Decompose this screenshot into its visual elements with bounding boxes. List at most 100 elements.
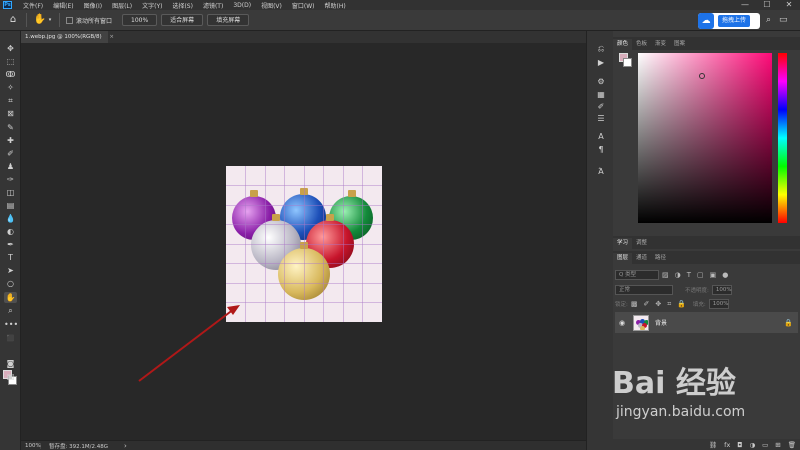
type-tool-icon[interactable]: T [4, 252, 17, 263]
crop-tool-icon[interactable]: ⌗ [4, 95, 17, 106]
properties-icon[interactable]: ⚙ [595, 76, 607, 87]
tab-adjustments[interactable]: 调整 [632, 238, 651, 249]
actions-play-icon[interactable]: ▶ [595, 57, 607, 68]
lock-transparent-icon[interactable]: ▩ [631, 300, 638, 308]
lasso-tool-icon[interactable]: ↂ [4, 69, 17, 80]
filter-smart-icon[interactable]: ▣ [710, 271, 717, 279]
minimize-button[interactable]: — [734, 0, 756, 10]
glyphs-icon[interactable]: Ά [595, 166, 607, 177]
tab-color[interactable]: 颜色 [613, 39, 633, 50]
window-controls: — ☐ ✕ [734, 0, 800, 10]
options-bar: ⌂ ✋ ▾ 滚动所有窗口 100% 适合屏幕 填充屏幕 [0, 10, 800, 31]
filter-toggle-icon[interactable]: ● [722, 271, 728, 279]
clone-stamp-tool-icon[interactable]: ♟ [4, 161, 17, 172]
blur-tool-icon[interactable]: 💧 [4, 213, 17, 224]
layer-name[interactable]: 背景 [655, 318, 784, 327]
menu-view[interactable]: 视图(V) [256, 1, 287, 10]
eyedropper-tool-icon[interactable]: ✎ [4, 122, 17, 133]
menu-window[interactable]: 窗口(W) [287, 1, 320, 10]
tab-layers[interactable]: 图层 [613, 253, 633, 264]
libraries-icon[interactable]: ▦ [595, 89, 607, 100]
menu-image[interactable]: 图像(I) [79, 1, 107, 10]
menu-layer[interactable]: 图层(L) [107, 1, 137, 10]
move-tool-icon[interactable]: ✥ [4, 43, 17, 54]
layer-row[interactable]: ◉ 背景 🔒 [615, 312, 798, 333]
zoom-tool-icon[interactable]: ⌕ [4, 305, 17, 316]
history-icon[interactable]: ⎌ [595, 43, 607, 54]
search-icon[interactable]: ⌕ [766, 15, 771, 25]
color-panel-background[interactable] [623, 58, 632, 67]
home-icon[interactable]: ⌂ [6, 13, 20, 27]
visibility-eye-icon[interactable]: ◉ [615, 319, 629, 327]
close-button[interactable]: ✕ [778, 0, 800, 10]
character-icon[interactable]: A [595, 131, 607, 142]
hand-tool-icon[interactable]: ✋ [4, 292, 17, 303]
fill-screen-button[interactable]: 填充屏幕 [207, 14, 250, 26]
status-arrow-icon[interactable]: › [124, 442, 127, 450]
close-tab-icon[interactable]: × [109, 34, 114, 40]
magic-wand-tool-icon[interactable]: ✧ [4, 82, 17, 93]
more-tools-icon[interactable]: ••• [4, 319, 18, 330]
menu-filter[interactable]: 滤镜(T) [198, 1, 228, 10]
healing-brush-tool-icon[interactable]: ✚ [4, 135, 17, 146]
tab-patterns[interactable]: 图案 [670, 39, 689, 50]
marquee-tool-icon[interactable]: ⬚ [4, 56, 17, 67]
hand-tool-icon[interactable]: ✋ [33, 13, 47, 27]
menu-edit[interactable]: 编辑(E) [48, 1, 78, 10]
chevron-down-icon[interactable]: ▾ [47, 13, 53, 27]
cloud-upload-button[interactable]: ☁ 拖拽上传 [698, 13, 760, 29]
paragraph-icon[interactable]: ¶ [595, 144, 607, 155]
default-colors-icon[interactable]: ⬛ [4, 333, 17, 344]
screen-mode-icon[interactable]: ▣ [4, 371, 17, 382]
zoom-100-button[interactable]: 100% [122, 14, 158, 26]
adjustments-icon[interactable]: ☰ [595, 113, 607, 124]
shape-tool-icon[interactable]: ○ [4, 278, 17, 289]
scroll-all-checkbox[interactable] [66, 16, 73, 24]
tab-paths[interactable]: 路径 [651, 253, 670, 264]
maximize-button[interactable]: ☐ [756, 0, 778, 10]
annotation-arrow [138, 305, 240, 382]
menu-type[interactable]: 文字(Y) [137, 1, 167, 10]
tab-gradients[interactable]: 渐变 [651, 39, 670, 50]
lock-artboard-icon[interactable]: ⌗ [667, 300, 671, 309]
blend-mode-row: 正常 不透明度: 100% [615, 284, 798, 296]
gradient-tool-icon[interactable]: ▤ [4, 200, 17, 211]
filter-type-icon[interactable]: T [687, 271, 691, 279]
quick-mask-icon[interactable]: ◙ [4, 358, 17, 369]
workspace-icon[interactable]: ▭ [779, 15, 788, 25]
dodge-tool-icon[interactable]: ◐ [4, 226, 17, 237]
document-tab[interactable]: 1.webp.jpg @ 100%(RGB/8) × [21, 31, 114, 43]
lock-position-icon[interactable]: ✥ [655, 300, 661, 308]
filter-pixel-icon[interactable]: ▨ [662, 271, 669, 279]
path-selection-tool-icon[interactable]: ➤ [4, 265, 17, 276]
color-panel-tabs: 颜色 色板 渐变 图案 [613, 37, 800, 50]
opacity-input[interactable]: 100% [711, 285, 732, 295]
layer-thumbnail [633, 314, 649, 331]
blend-mode-select[interactable]: 正常 [615, 285, 673, 295]
menu-select[interactable]: 选择(S) [167, 1, 198, 10]
fill-input[interactable]: 100% [708, 299, 729, 309]
pen-tool-icon[interactable]: ✒ [4, 239, 17, 250]
lock-all-icon[interactable]: 🔒 [677, 300, 686, 308]
tab-swatches[interactable]: 色板 [632, 39, 651, 50]
color-field[interactable] [638, 53, 772, 223]
history-brush-tool-icon[interactable]: ✑ [4, 174, 17, 185]
layer-filter-input[interactable]: Q 类型 [615, 270, 659, 280]
brush-settings-icon[interactable]: ✐ [595, 101, 607, 112]
hue-slider[interactable] [778, 53, 787, 223]
menu-file[interactable]: 文件(F) [18, 1, 48, 10]
tab-learn[interactable]: 学习 [613, 238, 633, 249]
brush-tool-icon[interactable]: ✐ [4, 148, 17, 159]
filter-adjustment-icon[interactable]: ◑ [675, 271, 681, 279]
tab-channels[interactable]: 通道 [632, 253, 651, 264]
fit-screen-button[interactable]: 适合屏幕 [161, 14, 204, 26]
status-zoom[interactable]: 100% [21, 442, 41, 449]
canvas-area[interactable] [21, 43, 586, 440]
lock-pixels-icon[interactable]: ✐ [643, 300, 649, 308]
color-picker-handle[interactable] [699, 73, 705, 79]
filter-shape-icon[interactable]: ▢ [697, 271, 704, 279]
menu-3d[interactable]: 3D(D) [228, 2, 256, 9]
eraser-tool-icon[interactable]: ◫ [4, 187, 17, 198]
menu-help[interactable]: 帮助(H) [320, 1, 351, 10]
frame-tool-icon[interactable]: ⊠ [4, 108, 17, 119]
